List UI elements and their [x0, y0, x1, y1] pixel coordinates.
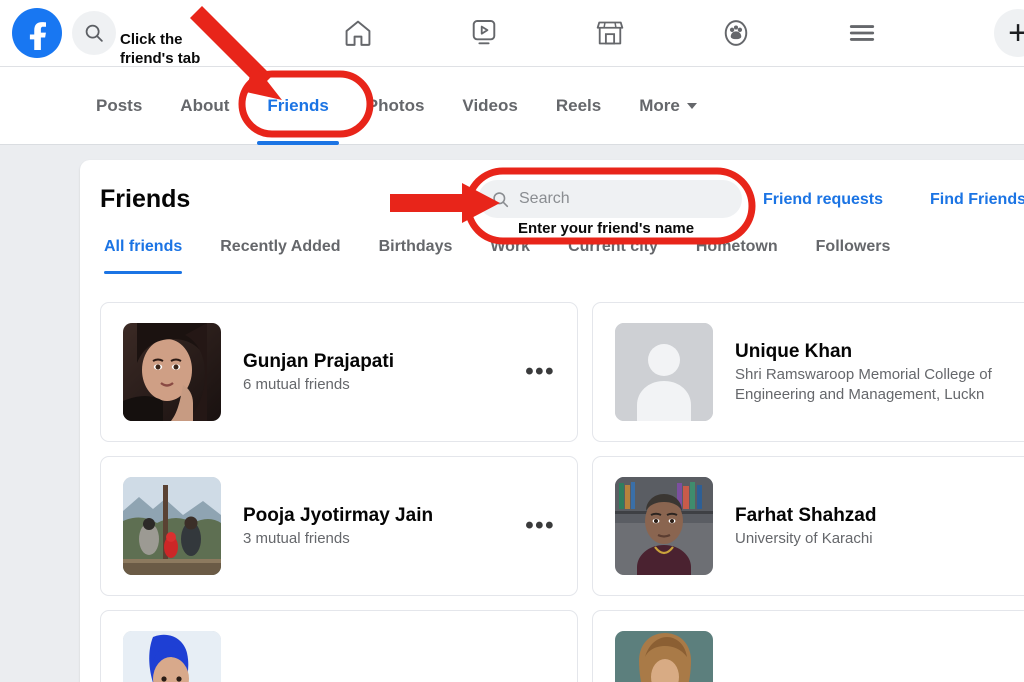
tab-photos[interactable]: Photos — [367, 67, 425, 145]
more-options-icon[interactable]: ••• — [525, 358, 561, 386]
tab-more[interactable]: More — [639, 67, 697, 145]
filter-all-friends-label: All friends — [104, 238, 183, 255]
friend-info: Unique Khan Shri Ramswaroop Memorial Col… — [735, 340, 1024, 404]
tab-reels-label: Reels — [555, 96, 602, 115]
page-title: Friends — [100, 184, 191, 213]
chevron-down-icon — [686, 103, 697, 109]
friend-card[interactable]: Gunjan Prajapati 6 mutual friends ••• — [100, 302, 578, 442]
more-options-icon[interactable]: ••• — [525, 512, 561, 540]
filter-work[interactable]: Work — [490, 238, 530, 274]
friend-requests-link[interactable]: Friend requests — [763, 191, 883, 209]
tab-posts-label: Posts — [96, 96, 143, 115]
photo-man-bookshelf — [615, 477, 713, 575]
photo-blue-hair — [123, 631, 221, 682]
nav-menu-button[interactable] — [834, 9, 890, 57]
friend-subtitle: 3 mutual friends — [243, 529, 350, 547]
tab-reels[interactable]: Reels — [556, 67, 601, 145]
filter-birthdays-label: Birthdays — [378, 238, 453, 255]
nav-groups-button[interactable] — [708, 9, 764, 57]
menu-icon — [849, 25, 875, 41]
filter-recently-added[interactable]: Recently Added — [220, 238, 340, 274]
tab-friends-label: Friends — [267, 96, 329, 115]
filter-followers-label: Followers — [815, 238, 891, 255]
filter-work-label: Work — [490, 238, 531, 255]
avatar[interactable] — [123, 323, 221, 421]
page-root: + Posts About Friends Photos Videos Reel… — [0, 0, 1024, 682]
friends-search-input[interactable]: Search — [478, 180, 742, 218]
tab-friends[interactable]: Friends — [257, 67, 340, 145]
friend-name: Pooja Jyotirmay Jain — [243, 504, 434, 526]
tab-about-label: About — [180, 96, 230, 115]
filter-birthdays[interactable]: Birthdays — [379, 238, 453, 274]
profile-tabs: Posts About Friends Photos Videos Reels … — [96, 67, 735, 145]
friends-filter-tabs: All friends Recently Added Birthdays Wor… — [80, 238, 1024, 294]
friend-name: Unique Khan — [735, 340, 853, 362]
tab-more-label: More — [639, 96, 680, 115]
avatar[interactable] — [615, 477, 713, 575]
friend-card[interactable]: Farhat Shahzad University of Karachi — [592, 456, 1024, 596]
groups-icon — [724, 20, 748, 46]
filter-current-city-label: Current city — [568, 238, 658, 255]
friends-grid: Gunjan Prajapati 6 mutual friends ••• Un… — [80, 294, 1024, 682]
friend-info: Pooja Jyotirmay Jain 3 mutual friends — [243, 504, 525, 549]
main-navigation-icons — [300, 0, 920, 66]
plus-icon: + — [1008, 14, 1024, 52]
find-friends-link[interactable]: Find Friends — [930, 191, 1024, 209]
friend-card[interactable]: Pooja Jyotirmay Jain 3 mutual friends ••… — [100, 456, 578, 596]
tab-videos-label: Videos — [462, 96, 518, 115]
facebook-logo-icon[interactable] — [12, 8, 62, 58]
tab-about[interactable]: About — [180, 67, 229, 145]
friend-info — [735, 679, 1024, 681]
friend-subtitle: University of Karachi — [735, 529, 873, 547]
friend-card[interactable] — [592, 610, 1024, 682]
annotation-text-search-box: Enter your friend's name — [518, 220, 695, 237]
default-avatar — [615, 323, 713, 421]
friend-info: Gunjan Prajapati 6 mutual friends — [243, 350, 525, 395]
nav-marketplace-button[interactable] — [582, 9, 638, 57]
tab-photos-label: Photos — [366, 96, 425, 115]
friend-name: Gunjan Prajapati — [243, 350, 394, 372]
filter-current-city[interactable]: Current city — [568, 238, 658, 274]
filter-followers[interactable]: Followers — [816, 238, 891, 274]
search-placeholder: Search — [519, 190, 570, 207]
avatar[interactable] — [123, 477, 221, 575]
video-icon — [472, 20, 496, 45]
friend-card[interactable]: Unique Khan Shri Ramswaroop Memorial Col… — [592, 302, 1024, 442]
nav-video-button[interactable] — [456, 9, 512, 57]
create-new-button[interactable]: + — [994, 9, 1024, 57]
tab-posts[interactable]: Posts — [96, 67, 142, 145]
avatar[interactable] — [615, 631, 713, 682]
photo-portrait-woman — [123, 323, 221, 421]
search-icon — [85, 24, 103, 42]
friend-subtitle: 6 mutual friends — [243, 375, 350, 393]
annotation-text-friends-tab: Click the friend's tab — [120, 31, 201, 68]
friend-card[interactable] — [100, 610, 578, 682]
avatar[interactable] — [615, 323, 713, 421]
top-search-button[interactable] — [72, 11, 116, 55]
friend-name: Farhat Shahzad — [735, 504, 877, 526]
filter-hometown[interactable]: Hometown — [696, 238, 778, 274]
marketplace-icon — [596, 21, 624, 45]
home-icon — [345, 20, 371, 46]
photo-family-mountains — [123, 477, 221, 575]
friend-info — [243, 679, 561, 681]
filter-all-friends[interactable]: All friends — [104, 238, 183, 274]
avatar[interactable] — [123, 631, 221, 682]
search-icon — [493, 191, 509, 207]
tab-videos[interactable]: Videos — [462, 67, 517, 145]
friend-subtitle: Shri Ramswaroop Memorial College of Engi… — [735, 366, 992, 403]
friend-info: Farhat Shahzad University of Karachi — [735, 504, 1024, 549]
profile-tab-bar: Posts About Friends Photos Videos Reels … — [0, 67, 1024, 145]
nav-home-button[interactable] — [330, 9, 386, 57]
filter-hometown-label: Hometown — [695, 238, 778, 255]
photo-hair-teal — [615, 631, 713, 682]
friends-panel: Friends Search Friend requests Find Frie… — [80, 160, 1024, 682]
filter-recently-added-label: Recently Added — [220, 238, 341, 255]
